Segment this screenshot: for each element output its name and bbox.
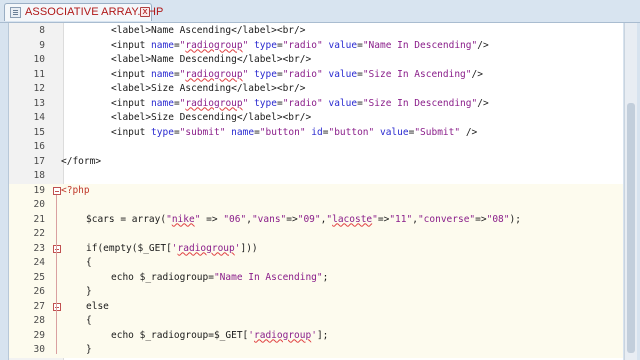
line-number: 30: [33, 344, 45, 355]
code-text: $cars = array("nike" => "06","vans"=>"09…: [86, 213, 521, 225]
code-text: <label>Size Ascending</label><br/>: [111, 83, 306, 94]
code-line[interactable]: 13 <input name="radiogroup" type="radio" …: [9, 97, 623, 112]
code-text: <input name="radiogroup" type="radio" va…: [111, 97, 489, 109]
code-line[interactable]: 15 <input type="submit" name="button" id=…: [9, 126, 623, 141]
line-number: 8: [39, 25, 45, 36]
line-number: 12: [33, 83, 45, 94]
code-text: }: [86, 344, 92, 355]
code-line[interactable]: 17 </form>: [9, 155, 623, 170]
line-number: 14: [33, 112, 45, 123]
code-text: <label>Name Descending</label><br/>: [111, 54, 312, 65]
line-number: 13: [33, 97, 45, 109]
code-line[interactable]: 20: [9, 198, 623, 213]
code-line[interactable]: 19 <?php: [9, 183, 623, 198]
code-text: echo $_radiogroup=$_GET['radiogroup'];: [111, 329, 329, 341]
code-line[interactable]: 9 <input name="radiogroup" type="radio" v…: [9, 39, 623, 54]
code-text: {: [86, 315, 92, 326]
code-line[interactable]: 11 <input name="radiogroup" type="radio" …: [9, 68, 623, 83]
tab-associative-array-php[interactable]: ASSOCIATIVE ARRAY.PHP x: [4, 3, 163, 21]
tab-bar: ASSOCIATIVE ARRAY.PHP x: [0, 0, 640, 23]
code-text: if(empty($_GET['radiogroup'])): [86, 242, 258, 254]
fold-toggle-icon[interactable]: [53, 244, 61, 253]
fold-toggle-icon[interactable]: [53, 302, 61, 311]
line-number: 16: [33, 141, 45, 152]
code-text: echo $_radiogroup="Name In Ascending";: [111, 271, 329, 283]
line-number: 11: [33, 68, 45, 80]
line-number: 9: [39, 39, 45, 51]
code-line[interactable]: 29 echo $_radiogroup=$_GET['radiogroup'];: [9, 328, 623, 343]
code-text: else: [86, 300, 109, 312]
code-line[interactable]: 25 echo $_radiogroup="Name In Ascending";: [9, 270, 623, 285]
line-number: 10: [33, 54, 45, 65]
code-line[interactable]: 23 if(empty($_GET['radiogroup'])): [9, 241, 623, 256]
code-line[interactable]: 10 <label>Name Descending</label><br/>: [9, 53, 623, 68]
code-line[interactable]: 24 {: [9, 256, 623, 271]
php-file-icon: [10, 7, 21, 18]
fold-guide: [56, 310, 57, 354]
line-number: 15: [33, 126, 45, 138]
code-text: <label>Name Ascending</label><br/>: [111, 25, 306, 36]
code-line[interactable]: 18: [9, 169, 623, 184]
line-number: 23: [33, 242, 45, 254]
line-number: 26: [33, 286, 45, 297]
code-line[interactable]: 14 <label>Size Descending</label><br/>: [9, 111, 623, 126]
line-number: 22: [33, 228, 45, 239]
code-line[interactable]: 26}: [9, 285, 623, 300]
line-number: 21: [33, 213, 45, 225]
code-line[interactable]: 22: [9, 227, 623, 242]
line-number: 18: [33, 170, 45, 181]
code-text: <input type="submit" name="button" id="b…: [111, 126, 478, 138]
scrollbar-thumb[interactable]: [627, 103, 635, 353]
line-number: 19: [33, 184, 45, 196]
code-line[interactable]: 16: [9, 140, 623, 155]
line-number: 24: [33, 257, 45, 268]
line-number: 28: [33, 315, 45, 326]
code-text: </form>: [61, 155, 102, 167]
code-text: <label>Size Descending</label><br/>: [111, 112, 312, 123]
line-number: 20: [33, 199, 45, 210]
code-line[interactable]: 8 <label>Name Ascending</label><br/>: [9, 24, 623, 39]
code-line[interactable]: 28 {: [9, 314, 623, 329]
close-icon[interactable]: x: [140, 7, 150, 17]
code-line[interactable]: 12 <label>Size Ascending</label><br/>: [9, 82, 623, 97]
code-text: {: [86, 257, 92, 268]
code-line[interactable]: 27 else: [9, 299, 623, 314]
line-number: 29: [33, 329, 45, 341]
line-number: 17: [33, 155, 45, 167]
vertical-scrollbar[interactable]: [624, 23, 637, 360]
code-text: <input name="radiogroup" type="radio" va…: [111, 68, 483, 80]
fold-toggle-icon[interactable]: [53, 186, 61, 195]
line-number: 27: [33, 300, 45, 312]
fold-guide: [56, 252, 57, 296]
code-text: <input name="radiogroup" type="radio" va…: [111, 39, 489, 51]
code-line[interactable]: 30}: [9, 343, 623, 358]
code-editor[interactable]: 8 <label>Name Ascending</label><br/> 9 <inp…: [8, 23, 623, 360]
code-text: }: [86, 286, 92, 297]
line-number: 25: [33, 271, 45, 283]
code-text: <?php: [61, 184, 90, 196]
code-line[interactable]: 21 $cars = array("nike" => "06","vans"=>"…: [9, 212, 623, 227]
